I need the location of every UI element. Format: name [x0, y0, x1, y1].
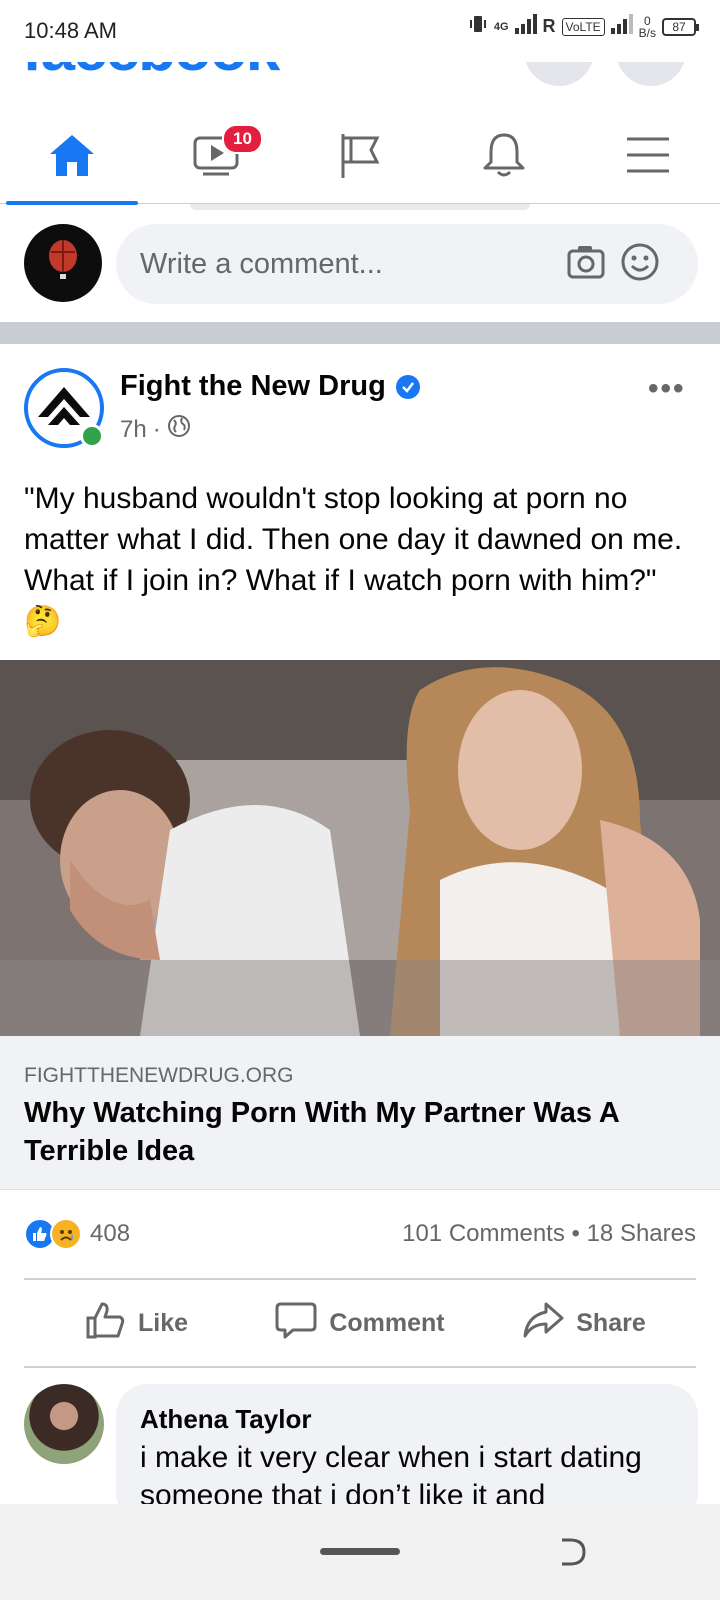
network-speed: 0 B/s [639, 15, 656, 39]
home-icon [47, 132, 97, 183]
tab-pages[interactable] [288, 112, 432, 203]
emoji-icon[interactable] [620, 242, 660, 287]
home-gesture-pill[interactable] [320, 1548, 400, 1555]
system-nav-bar [0, 1504, 720, 1600]
status-time: 10:48 AM [24, 18, 117, 43]
reactions-count: 408 [90, 1220, 131, 1247]
tab-watch[interactable]: 10 [144, 112, 288, 203]
speed-unit: B/s [638, 25, 656, 40]
watch-badge: 10 [222, 124, 263, 154]
status-bar: 10:48 AM 4G R VoLTE 0 B/s 87 [0, 0, 720, 62]
tab-notifications[interactable] [432, 112, 576, 203]
signal-icon [514, 14, 537, 39]
post-author[interactable]: Fight the New Drug [120, 370, 420, 403]
like-button[interactable]: Like [24, 1280, 248, 1366]
post-meta: 7h · [120, 414, 191, 445]
globe-icon [167, 414, 191, 445]
reactions-summary[interactable]: 408 [24, 1218, 130, 1250]
meta-separator: · [152, 415, 161, 443]
user-avatar[interactable] [24, 224, 102, 302]
flag-icon [335, 130, 385, 185]
post-time[interactable]: 7h [120, 416, 147, 444]
comment-bubble[interactable]: Athena Taylor i make it very clear when … [116, 1384, 698, 1524]
comment-label: Comment [329, 1308, 445, 1337]
tab-home[interactable] [0, 112, 144, 205]
post-text: "My husband wouldn't stop looking at por… [24, 482, 683, 638]
share-label: Share [576, 1308, 646, 1337]
post-author-name[interactable]: Fight the New Drug [120, 370, 386, 403]
vibrate-icon [468, 14, 488, 39]
comment-icon [275, 1300, 317, 1347]
feed-divider [0, 322, 720, 344]
post-actions: Like Comment Share [24, 1280, 696, 1366]
like-label: Like [137, 1308, 189, 1337]
link-domain: FIGHTTHENEWDRUG.ORG [24, 1064, 294, 1087]
network-type: 4G [493, 20, 509, 33]
thumbs-up-icon [84, 1300, 126, 1347]
post-image[interactable] [0, 660, 720, 1036]
comment-bar [0, 214, 720, 320]
hamburger-icon [623, 133, 673, 182]
comment-input[interactable] [116, 224, 698, 304]
link-preview-card[interactable]: FIGHTTHENEWDRUG.ORG Why Watching Porn Wi… [0, 1036, 720, 1190]
link-title[interactable]: Why Watching Porn With My Partner Was A … [24, 1094, 684, 1170]
nav-shadow [190, 204, 530, 210]
tab-menu[interactable] [576, 112, 720, 203]
camera-icon[interactable] [566, 242, 606, 287]
divider [24, 1366, 696, 1368]
comment-button[interactable]: Comment [248, 1280, 472, 1366]
commenter-name[interactable]: Athena Taylor [140, 1404, 674, 1435]
battery-icon: 87 [662, 17, 699, 36]
sad-reaction-icon [50, 1218, 82, 1250]
comments-shares-count[interactable]: 101 Comments • 18 Shares [402, 1220, 696, 1248]
post-more-options-button[interactable]: ••• [648, 372, 686, 406]
main-nav: 10 [0, 112, 720, 205]
share-icon [522, 1300, 564, 1347]
back-gesture-icon[interactable] [556, 1534, 588, 1573]
status-icons: 4G R VoLTE 0 B/s 87 [468, 14, 699, 39]
bell-icon [479, 130, 529, 185]
share-button[interactable]: Share [472, 1280, 696, 1366]
verified-badge-icon [395, 374, 420, 399]
volte-badge: VoLTE [561, 17, 605, 36]
commenter-avatar[interactable] [24, 1384, 104, 1464]
signal-icon-2 [610, 14, 633, 39]
roaming-indicator: R [542, 16, 556, 36]
online-status-dot [80, 424, 104, 448]
